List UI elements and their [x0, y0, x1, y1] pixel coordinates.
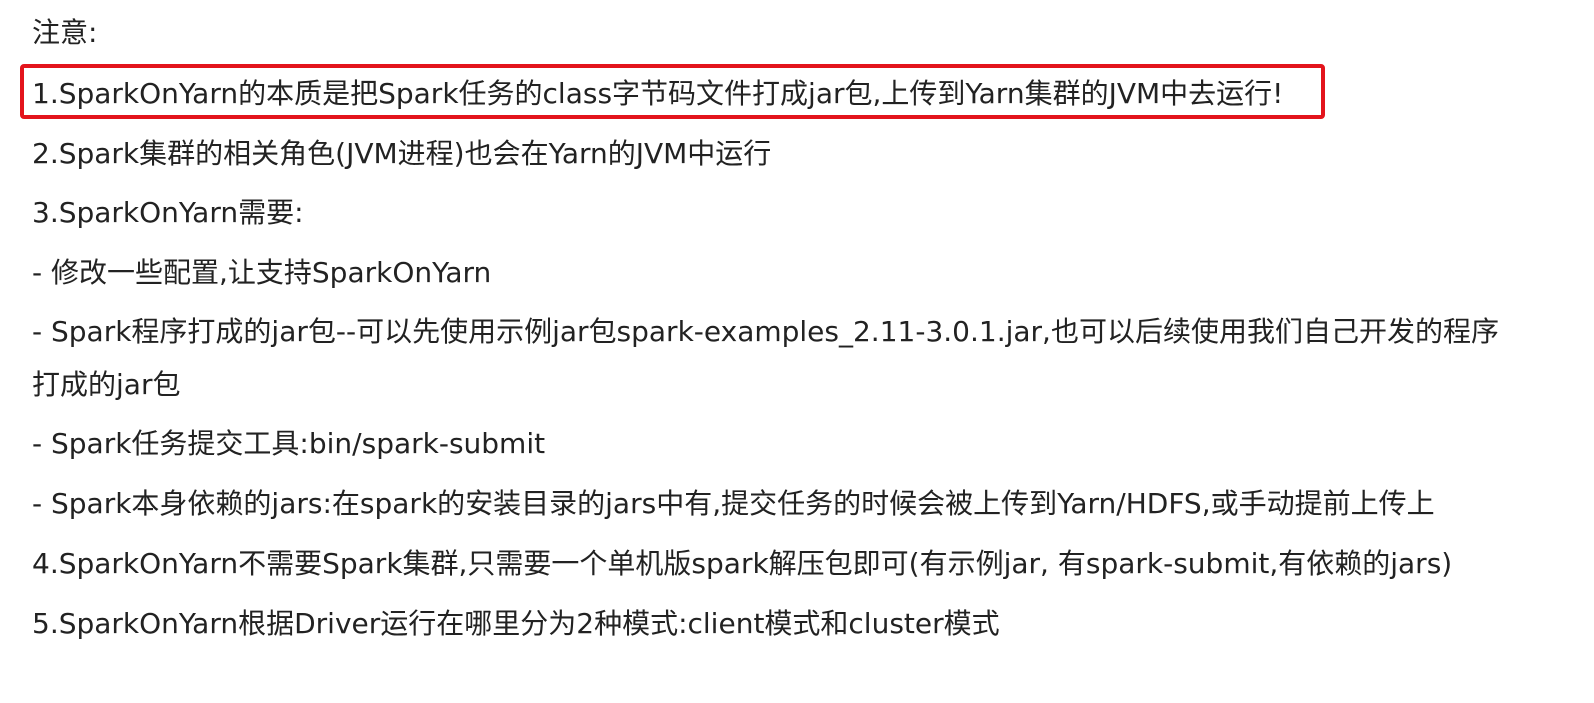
note-item-5: 5.SparkOnYarn根据Driver运行在哪里分为2种模式:client模… — [32, 607, 1000, 640]
note-heading: 注意: — [32, 16, 98, 49]
note-item-1: 1.SparkOnYarn的本质是把Spark任务的class字节码文件打成ja… — [32, 77, 1284, 110]
note-subitem-jars: - Spark本身依赖的jars:在spark的安装目录的jars中有,提交任务… — [32, 487, 1435, 520]
note-item-4: 4.SparkOnYarn不需要Spark集群,只需要一个单机版spark解压包… — [32, 547, 1453, 580]
note-subitem-submit-tool: - Spark任务提交工具:bin/spark-submit — [32, 427, 546, 460]
note-subitem-config: - 修改一些配置,让支持SparkOnYarn — [32, 256, 492, 289]
note-item-3: 3.SparkOnYarn需要: — [32, 196, 304, 229]
note-subitem-jar: - Spark程序打成的jar包--可以先使用示例jar包spark-examp… — [32, 315, 1499, 348]
note-subitem-jar-continued: 打成的jar包 — [32, 368, 181, 401]
note-item-2: 2.Spark集群的相关角色(JVM进程)也会在Yarn的JVM中运行 — [32, 137, 772, 170]
